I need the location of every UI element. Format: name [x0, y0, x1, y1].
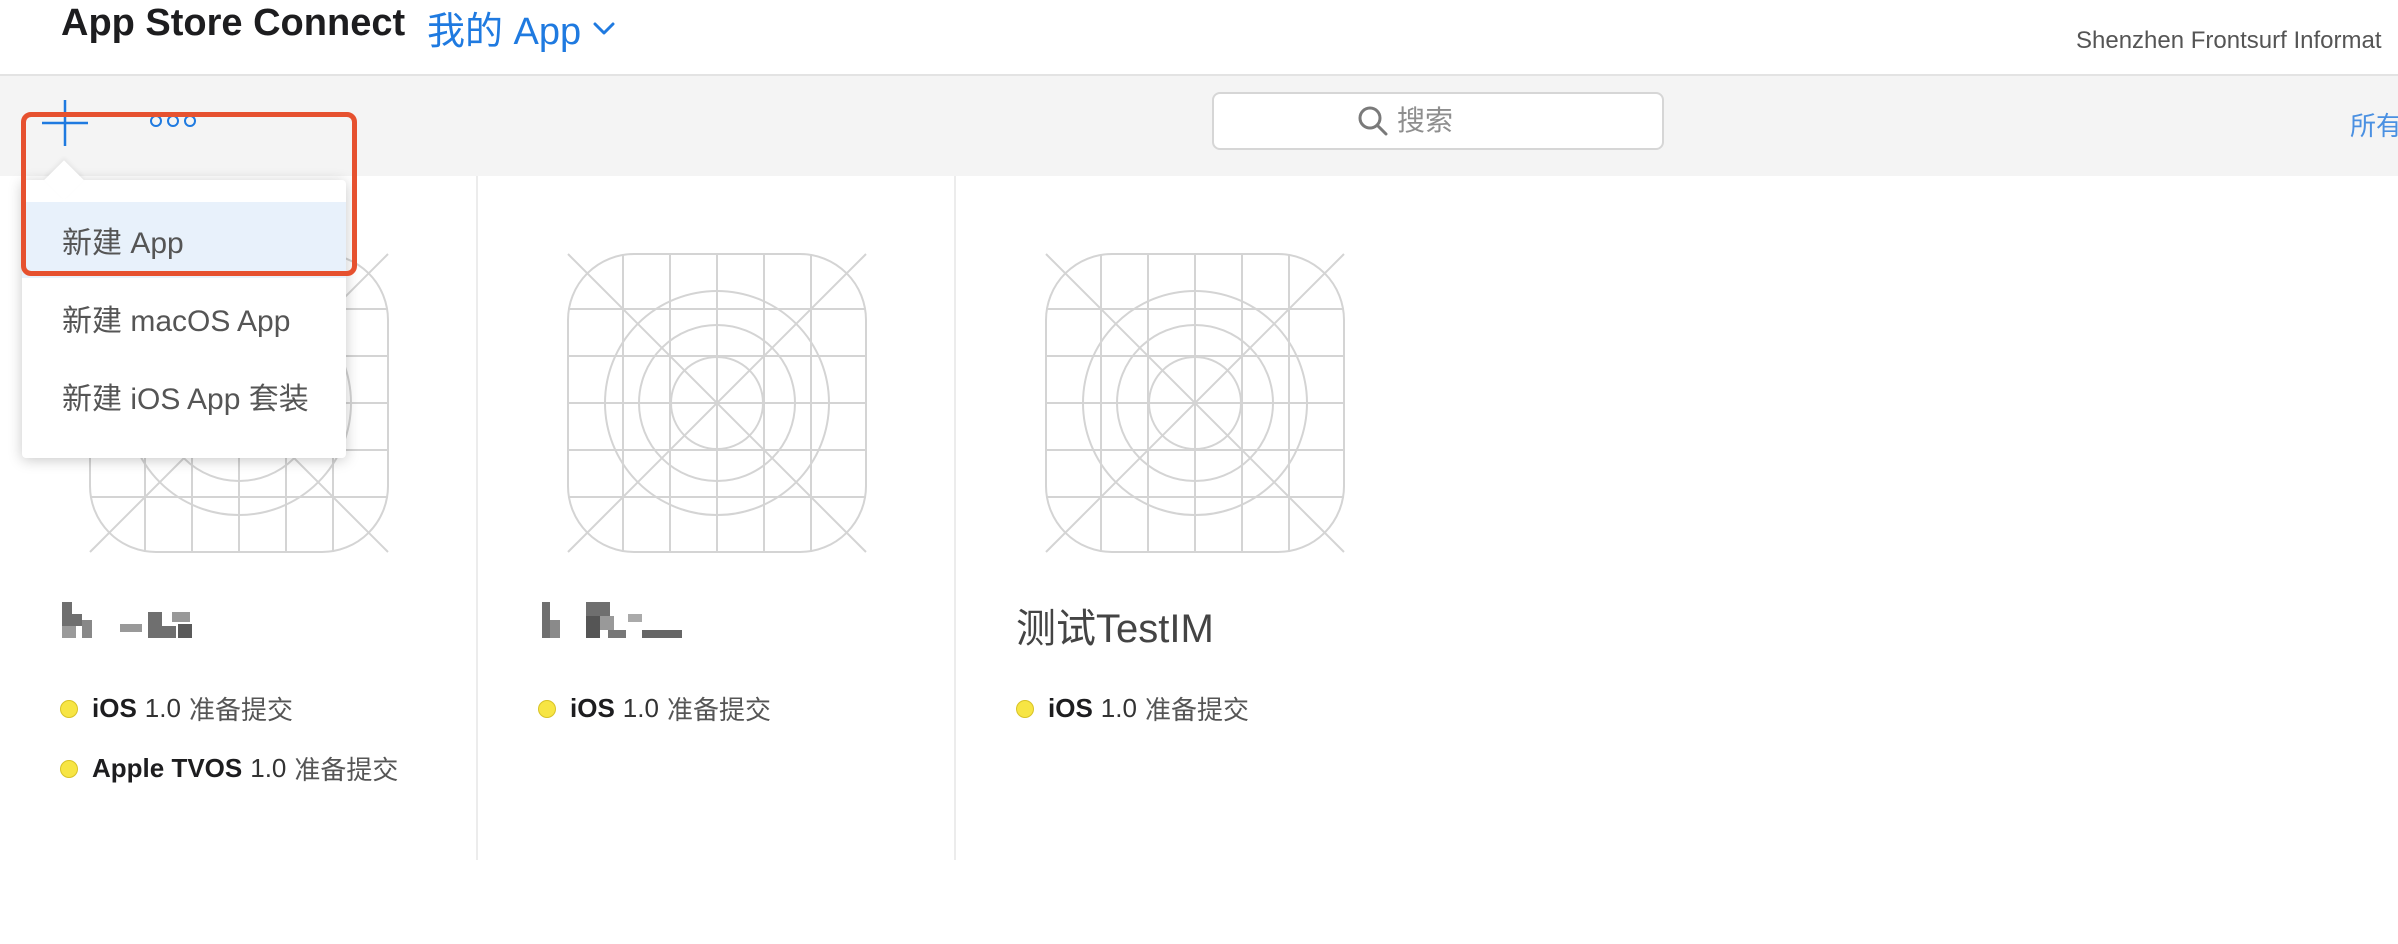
status-dot-icon: [60, 699, 78, 718]
app-card[interactable]: iOS 1.0 准备提交: [478, 176, 954, 860]
search-icon: [1357, 105, 1389, 137]
platform-status: iOS 1.0 准备提交: [1016, 690, 1249, 727]
app-store-connect-logo[interactable]: App Store Connect: [61, 2, 405, 45]
filter-all-link[interactable]: 所有: [2350, 106, 2398, 143]
platform-name: iOS: [92, 693, 137, 723]
app-placeholder-icon: [567, 253, 867, 553]
platform-name: iOS: [570, 693, 615, 723]
toolbar: 所有: [0, 76, 2398, 176]
platform-version: 1.0: [1100, 693, 1137, 723]
platform-version: 1.0: [250, 753, 287, 783]
app-placeholder-icon: [1045, 253, 1345, 553]
platform-name: iOS: [1048, 693, 1093, 723]
app-name-redacted: [62, 602, 192, 642]
menu-item-new-ios-app-bundle[interactable]: 新建 iOS App 套装: [22, 358, 346, 434]
platform-status-text: 准备提交: [294, 755, 399, 785]
platform-status-text: 准备提交: [1144, 695, 1249, 725]
app-name[interactable]: 测试TestIM: [1016, 596, 1214, 654]
status-dot-icon: [60, 759, 78, 778]
status-dot-icon: [1016, 699, 1034, 718]
account-name[interactable]: Shenzhen Frontsurf Informat: [2076, 27, 2381, 55]
app-card[interactable]: 测试TestIM iOS 1.0 准备提交: [956, 176, 1432, 860]
platform-name: Apple TVOS: [92, 753, 243, 783]
search-input[interactable]: [1395, 104, 1519, 138]
platform-status: iOS 1.0 准备提交: [538, 690, 771, 727]
search-box[interactable]: [1212, 92, 1664, 150]
top-header: App Store Connect 我的 App Shenzhen Fronts…: [0, 0, 2398, 76]
status-dot-icon: [538, 699, 556, 718]
app-name-redacted: [542, 602, 712, 642]
chevron-down-icon: [593, 3, 615, 46]
menu-item-new-macos-app[interactable]: 新建 macOS App: [22, 280, 346, 356]
my-apps-menu-label: 我的 App: [427, 11, 582, 53]
platform-status-text: 准备提交: [188, 695, 293, 725]
highlight-annotation: [21, 112, 357, 276]
platform-status-text: 准备提交: [666, 695, 771, 725]
platform-status: Apple TVOS 1.0 准备提交: [60, 750, 398, 787]
my-apps-menu[interactable]: 我的 App: [427, 0, 615, 55]
platform-version: 1.0: [144, 693, 181, 723]
platform-version: 1.0: [622, 693, 659, 723]
platform-status: iOS 1.0 准备提交: [60, 690, 293, 727]
